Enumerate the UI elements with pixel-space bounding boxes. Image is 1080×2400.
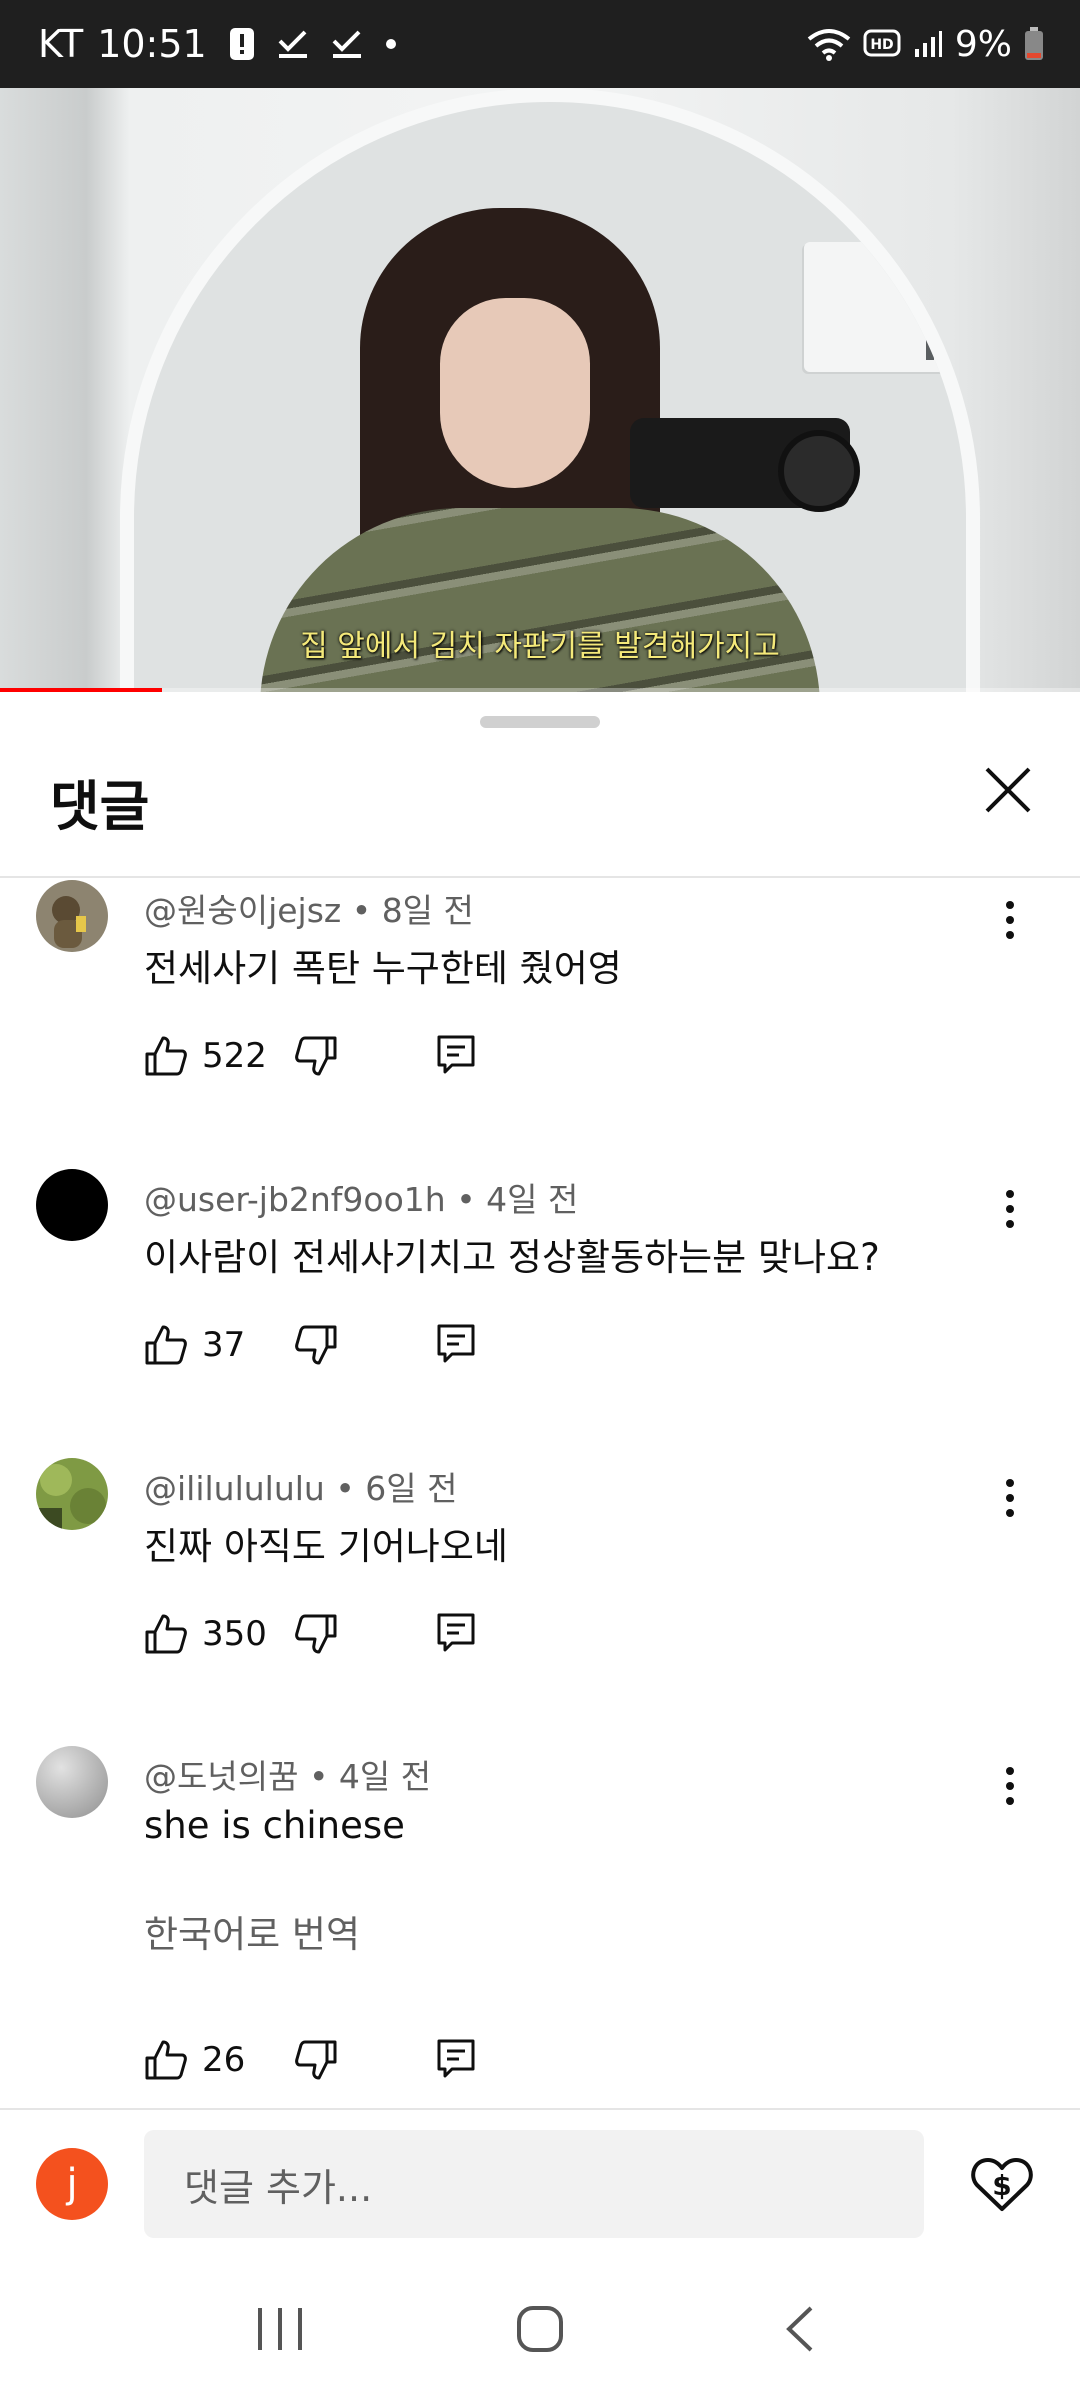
add-comment-input[interactable]: 댓글 추가...: [144, 2130, 924, 2238]
comment-text: 이사람이 전세사기치고 정상활동하는분 맞나요?: [144, 1236, 880, 1279]
comment-actions: 26: [144, 2030, 476, 2090]
thumbs-up-icon: [145, 1614, 187, 1654]
more-options-button[interactable]: [990, 890, 1030, 950]
battery-percent: 9%: [954, 23, 1012, 65]
alert-notification-icon: [229, 27, 255, 61]
svg-text:$: $: [992, 2169, 1011, 2202]
thumbs-up-icon: [145, 2040, 187, 2080]
thumbs-up-icon: [145, 1325, 187, 1365]
more-vert-icon: [1006, 901, 1014, 939]
more-options-button[interactable]: [990, 1468, 1030, 1528]
my-avatar[interactable]: j: [36, 2148, 108, 2220]
comment-age: 4일 전: [338, 1757, 432, 1796]
thumbs-up-icon: [145, 1036, 187, 1076]
more-options-button[interactable]: [990, 1179, 1030, 1239]
comment-author[interactable]: @원숭이jejsz: [144, 891, 341, 930]
comment-author[interactable]: @user-jb2nf9oo1h: [144, 1180, 446, 1219]
like-button[interactable]: 522: [144, 1034, 294, 1078]
wifi-icon: [807, 27, 851, 61]
sheet-title: 댓글: [50, 775, 150, 838]
reply-icon: [437, 1613, 475, 1652]
reply-icon: [437, 2039, 475, 2078]
comment-age: 4일 전: [486, 1180, 579, 1219]
like-count: 37: [202, 1325, 246, 1365]
more-options-button[interactable]: [990, 1756, 1030, 1816]
recent-apps-button[interactable]: [240, 2289, 320, 2369]
carrier-label: KT: [38, 22, 84, 66]
comment-text: 진짜 아직도 기어나오네: [144, 1525, 508, 1568]
close-button[interactable]: [976, 758, 1040, 822]
avatar[interactable]: [36, 880, 108, 952]
close-icon: [985, 767, 1031, 813]
like-button[interactable]: 37: [144, 1323, 294, 1367]
comment-input-bar: j 댓글 추가... $: [0, 2108, 1080, 2258]
reply-icon: [437, 1035, 475, 1074]
comment-author[interactable]: @도넛의꿈: [144, 1757, 298, 1796]
avatar[interactable]: [36, 1746, 108, 1818]
like-button[interactable]: 350: [144, 1612, 294, 1656]
more-vert-icon: [1006, 1479, 1014, 1517]
thumbs-down-icon: [295, 2040, 337, 2080]
comment-meta: @도넛의꿈 • 4일 전: [144, 1757, 432, 1796]
comment-meta: @user-jb2nf9oo1h • 4일 전: [144, 1180, 579, 1219]
comment-age: 6일 전: [365, 1469, 458, 1508]
back-button[interactable]: [760, 2289, 840, 2369]
super-thanks-button[interactable]: $: [966, 2148, 1038, 2220]
comment-meta: @ililulululu • 6일 전: [144, 1469, 458, 1508]
dot-icon: [385, 38, 397, 50]
signal-icon: [913, 29, 943, 59]
camcorder: [630, 418, 860, 512]
reply-icon: [437, 1324, 475, 1363]
comment-actions: 522: [144, 1026, 476, 1086]
super-thanks-heart-icon: $: [971, 2158, 1033, 2211]
dislike-button[interactable]: [294, 1323, 338, 1367]
clock: 10:51: [97, 22, 207, 66]
like-count: 350: [202, 1614, 267, 1654]
translate-link[interactable]: 한국어로 번역: [144, 1904, 360, 1958]
dislike-button[interactable]: [294, 1034, 338, 1078]
hd-voice-icon: HD: [863, 29, 901, 59]
back-icon: [786, 2306, 813, 2352]
reply-button[interactable]: [436, 2038, 476, 2082]
thumbs-down-icon: [295, 1036, 337, 1076]
comment-text: 전세사기 폭탄 누구한테 줬어영: [144, 947, 622, 990]
reply-button[interactable]: [436, 1612, 476, 1656]
like-count: 26: [202, 2040, 246, 2080]
video-player[interactable]: 집 앞에서 김치 자판기를 발견해가지고: [0, 88, 1080, 692]
comment-actions: 37: [144, 1315, 476, 1375]
avatar[interactable]: [36, 1458, 108, 1530]
video-subtitle: 집 앞에서 김치 자판기를 발견해가지고: [300, 629, 780, 664]
drag-handle[interactable]: [480, 716, 600, 728]
more-vert-icon: [1006, 1767, 1014, 1805]
thumbs-down-icon: [295, 1325, 337, 1365]
home-button[interactable]: [500, 2289, 580, 2369]
task-done-icon: [331, 29, 363, 59]
like-count: 522: [202, 1036, 267, 1076]
home-icon: [517, 2306, 563, 2352]
system-nav-bar: [0, 2258, 1080, 2400]
comment-list[interactable]: @원숭이jejsz • 8일 전 전세사기 폭탄 누구한테 줬어영 522 @u…: [0, 878, 1080, 2108]
like-button[interactable]: 26: [144, 2038, 294, 2082]
reply-button[interactable]: [436, 1323, 476, 1367]
more-vert-icon: [1006, 1190, 1014, 1228]
comment-author[interactable]: @ililulululu: [144, 1469, 325, 1508]
avatar[interactable]: [36, 1169, 108, 1241]
dislike-button[interactable]: [294, 2038, 338, 2082]
thumbs-down-icon: [295, 1614, 337, 1654]
recent-apps-icon: [258, 2308, 302, 2350]
comment-meta: @원숭이jejsz • 8일 전: [144, 891, 474, 930]
comment-text: she is chinese: [144, 1804, 405, 1847]
comment-actions: 350: [144, 1604, 476, 1664]
svg-text:HD: HD: [870, 37, 893, 53]
reply-button[interactable]: [436, 1034, 476, 1078]
task-done-icon: [277, 29, 309, 59]
dislike-button[interactable]: [294, 1612, 338, 1656]
comment-age: 8일 전: [381, 891, 474, 930]
status-bar: KT 10:51 HD 9%: [0, 0, 1080, 88]
battery-icon: [1024, 27, 1044, 61]
